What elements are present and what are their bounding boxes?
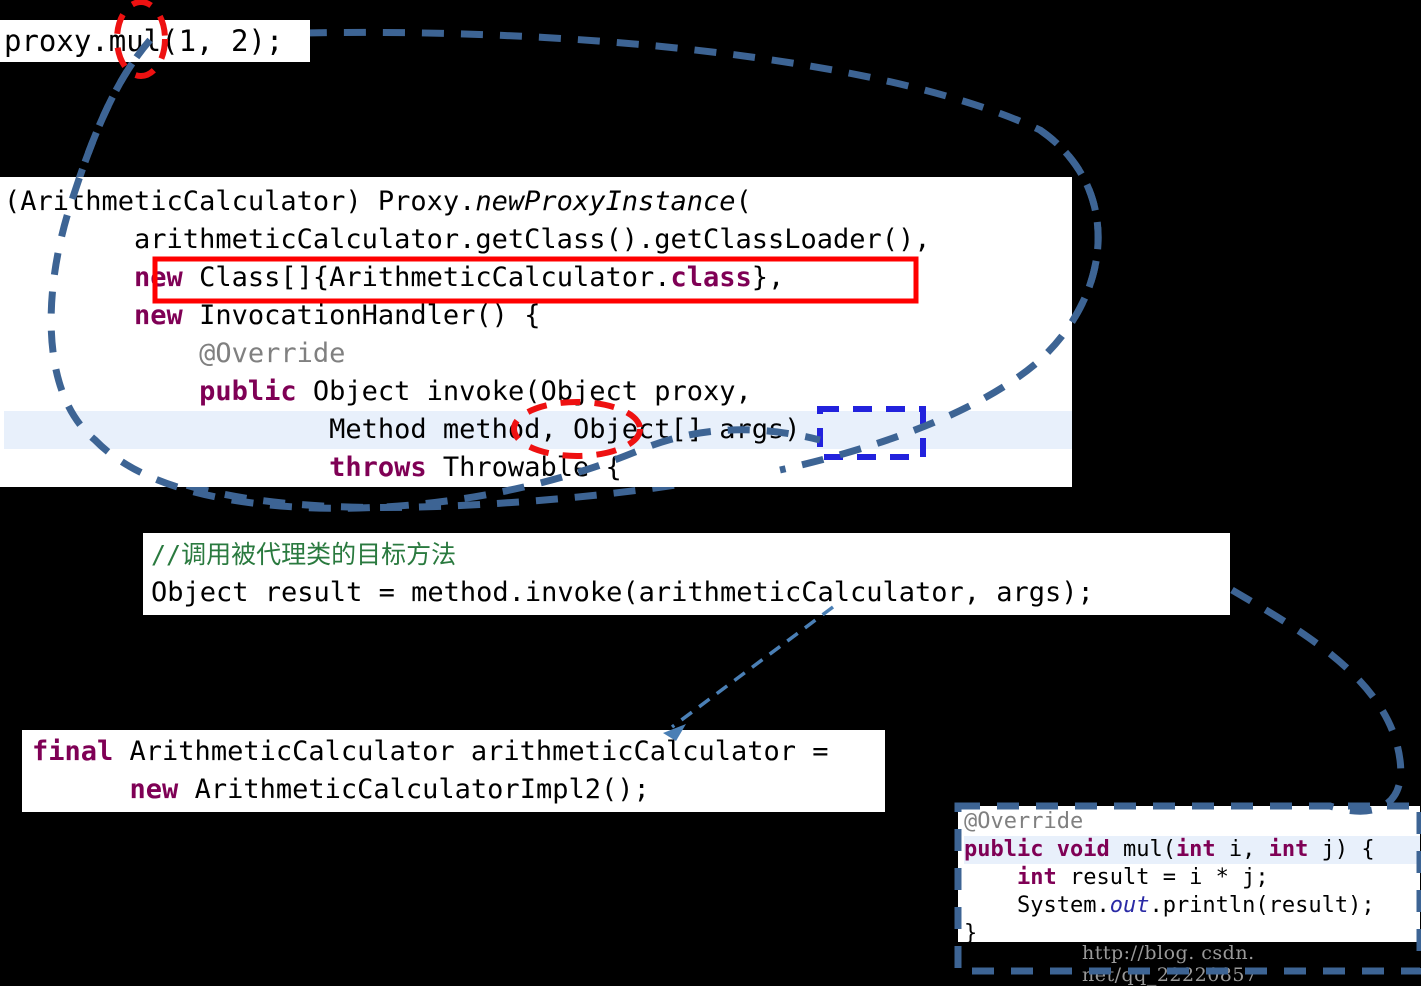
code-token: (ArithmeticCalculator) Proxy. — [4, 186, 476, 217]
watermark: http://blog. csdn. net/qq_22220857 — [1082, 942, 1258, 986]
code-token: out — [1109, 893, 1150, 918]
code-token: Method method, Object[] args) — [4, 414, 801, 445]
code-token: System. — [964, 893, 1110, 918]
code-token: @Override — [964, 809, 1084, 834]
code-token: throws — [329, 452, 427, 483]
code-box-impl-method: @Override public void mul(int i, int j) {… — [958, 806, 1420, 946]
code-line-highlighted: public void mul(int i, int j) { — [964, 836, 1420, 864]
code-token: result = i * j; — [1056, 865, 1269, 890]
code-token: arithmeticCalculator.getClass().getClass… — [4, 224, 931, 255]
code-line: final ArithmeticCalculator arithmeticCal… — [32, 736, 829, 767]
code-token: ArithmeticCalculator arithmeticCalculato… — [113, 736, 829, 767]
code-line: } — [964, 921, 977, 946]
code-line: //调用被代理类的目标方法 — [151, 539, 456, 570]
code-token: new — [129, 774, 179, 805]
code-line: int result = i * j; — [964, 865, 1269, 890]
code-line: throws Throwable { — [4, 452, 622, 483]
code-token: new — [134, 300, 183, 331]
code-token: }, — [751, 262, 785, 293]
code-token: int — [1268, 837, 1309, 862]
code-token: newProxyInstance — [475, 186, 736, 217]
code-line: System.out.println(result); — [964, 893, 1375, 918]
code-token: @Override — [199, 338, 346, 369]
code-line: arithmeticCalculator.getClass().getClass… — [4, 224, 931, 255]
code-token: j) { — [1308, 837, 1375, 862]
code-token: InvocationHandler() { — [182, 300, 541, 331]
code-token: Throwable { — [426, 452, 622, 483]
code-box-invoke-target: //调用被代理类的目标方法 Object result = method.invo… — [143, 533, 1230, 615]
code-token: final — [32, 736, 114, 767]
code-token: //调用被代理类的目标方法 — [151, 540, 457, 569]
code-token: public — [199, 376, 297, 407]
code-token: Class[]{ArithmeticCalculator. — [182, 262, 671, 293]
code-line: new InvocationHandler() { — [4, 300, 540, 331]
code-line: public Object invoke(Object proxy, — [4, 376, 752, 407]
code-line: Object result = method.invoke(arithmetic… — [151, 577, 1094, 608]
code-token: proxy.mul(1, 2); — [4, 24, 284, 58]
code-line: new ArithmeticCalculatorImpl2(); — [32, 774, 650, 805]
code-token: mul( — [1122, 837, 1176, 862]
code-token: new — [134, 262, 183, 293]
code-line-highlighted: Method method, Object[] args) — [4, 411, 1072, 449]
code-box-proxy-create: (ArithmeticCalculator) Proxy.newProxyIns… — [0, 177, 1072, 487]
code-token: Object invoke(Object proxy, — [296, 376, 752, 407]
code-token: class — [670, 262, 752, 293]
code-token: Object result = method.invoke(arithmetic… — [151, 577, 1094, 608]
code-line: new Class[]{ArithmeticCalculator.class}, — [4, 262, 784, 293]
code-box-proxy-call: proxy.mul(1, 2); — [0, 20, 310, 62]
code-line: proxy.mul(1, 2); — [4, 24, 283, 58]
code-token: i, — [1215, 837, 1269, 862]
code-token: int — [1175, 837, 1216, 862]
code-line: (ArithmeticCalculator) Proxy.newProxyIns… — [4, 186, 752, 217]
code-token: .println(result); — [1149, 893, 1375, 918]
code-line: @Override — [964, 809, 1083, 834]
code-box-target-object: final ArithmeticCalculator arithmeticCal… — [22, 730, 885, 812]
code-line: @Override — [4, 338, 345, 369]
code-token: } — [964, 921, 978, 946]
code-token: ( — [735, 186, 752, 217]
code-token: public void — [964, 837, 1123, 862]
code-token: int — [1016, 865, 1057, 890]
code-token: ArithmeticCalculatorImpl2(); — [178, 774, 650, 805]
